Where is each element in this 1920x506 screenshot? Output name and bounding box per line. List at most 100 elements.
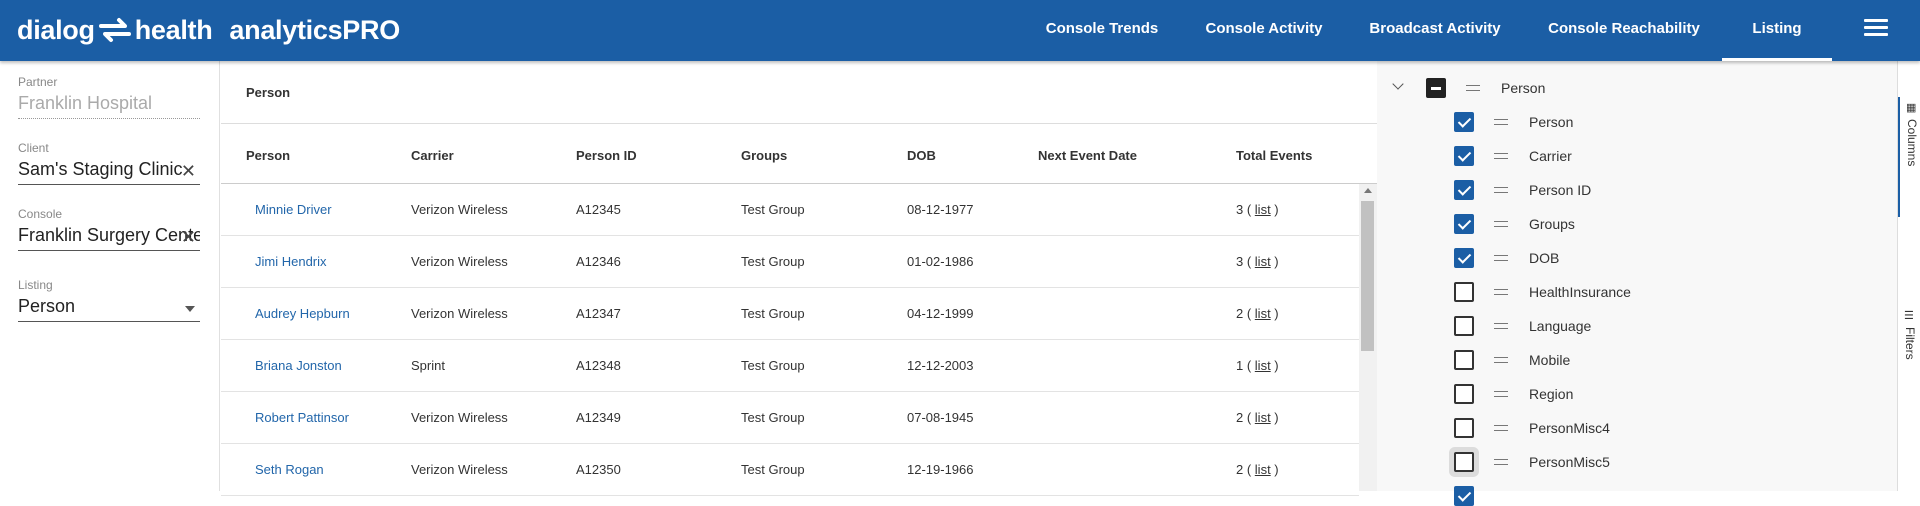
column-label: PersonMisc5 [1529, 454, 1610, 470]
clear-console-icon[interactable]: ✕ [181, 227, 196, 248]
console-select[interactable]: Franklin Surgery Center ✕ [18, 225, 200, 251]
nav-broadcast-activity[interactable]: Broadcast Activity [1354, 0, 1516, 61]
exchange-arrows-icon [98, 18, 131, 42]
column-checkbox[interactable] [1454, 248, 1474, 268]
drag-handle-icon[interactable] [1494, 153, 1508, 159]
carrier-cell: Sprint [411, 358, 445, 373]
column-label: Region [1529, 386, 1574, 402]
events-list-link[interactable]: list [1255, 358, 1271, 373]
client-select[interactable]: Sam's Staging Clinic ✕ [18, 159, 200, 185]
drag-handle-icon[interactable] [1494, 357, 1508, 363]
column-group-label: Person [1501, 80, 1546, 96]
column-checkbox[interactable] [1454, 214, 1474, 234]
carrier-cell: Verizon Wireless [411, 306, 508, 321]
column-checkbox[interactable] [1454, 350, 1474, 370]
drag-handle-icon[interactable] [1494, 425, 1508, 431]
filter-sidebar: Partner Franklin Hospital Client Sam's S… [0, 61, 220, 491]
column-checkbox[interactable] [1454, 112, 1474, 132]
person-link[interactable]: Audrey Hepburn [255, 306, 350, 321]
total-events-cell: 2 ( list ) [1236, 410, 1279, 425]
person-id-cell: A12349 [576, 410, 621, 425]
listing-field[interactable]: Listing Person [18, 278, 200, 322]
column-checkbox[interactable] [1454, 282, 1474, 302]
drag-handle-icon[interactable] [1494, 391, 1508, 397]
person-link[interactable]: Robert Pattinsor [255, 410, 349, 425]
drag-handle-icon[interactable] [1494, 119, 1508, 125]
events-list-link[interactable]: list [1255, 306, 1271, 321]
scroll-up-arrow-icon[interactable] [1364, 188, 1372, 193]
column-header-dob[interactable]: DOB [907, 148, 936, 163]
column-toggle-row: Person [1377, 105, 1877, 139]
column-header-person[interactable]: Person [246, 148, 290, 163]
column-label: Language [1529, 318, 1592, 334]
person-link[interactable]: Seth Rogan [255, 462, 324, 477]
column-checkbox[interactable] [1454, 180, 1474, 200]
column-checkbox[interactable] [1454, 486, 1474, 506]
app-logo[interactable]: dialog health analyticsPRO [17, 10, 400, 50]
group-select-all-checkbox[interactable] [1426, 78, 1446, 98]
nav-console-activity[interactable]: Console Activity [1194, 0, 1334, 61]
table-row: Robert Pattinsor Verizon Wireless A12349… [221, 392, 1359, 444]
column-toggle-row: Person ID [1377, 173, 1877, 207]
column-header-person-id[interactable]: Person ID [576, 148, 637, 163]
person-id-cell: A12347 [576, 306, 621, 321]
columns-tool-panel: Person Person Carrier Person ID Groups D… [1377, 61, 1897, 506]
nav-console-trends[interactable]: Console Trends [1030, 0, 1174, 61]
groups-cell: Test Group [741, 306, 805, 321]
table-row: Jimi Hendrix Verizon Wireless A12346 Tes… [221, 236, 1359, 288]
person-link[interactable]: Jimi Hendrix [255, 254, 327, 269]
column-checkbox[interactable] [1454, 384, 1474, 404]
events-list-link[interactable]: list [1255, 410, 1271, 425]
console-field[interactable]: Console Franklin Surgery Center ✕ [18, 207, 200, 251]
tab-filters[interactable]: ☰ Filters [1898, 305, 1920, 415]
grid-group-title: Person [246, 85, 291, 100]
client-field[interactable]: Client Sam's Staging Clinic ✕ [18, 141, 200, 185]
dropdown-caret-icon[interactable] [185, 306, 195, 312]
column-label: PersonMisc4 [1529, 420, 1610, 436]
column-toggle-row: Region [1377, 377, 1877, 411]
chevron-down-icon[interactable] [1392, 78, 1404, 90]
column-header-groups[interactable]: Groups [741, 148, 787, 163]
nav-console-reachability[interactable]: Console Reachability [1536, 0, 1712, 61]
person-link[interactable]: Minnie Driver [255, 202, 332, 217]
events-list-link[interactable]: list [1255, 202, 1271, 217]
drag-handle-icon[interactable] [1494, 323, 1508, 329]
dob-cell: 08-12-1977 [907, 202, 974, 217]
total-events-count: 1 [1236, 358, 1244, 373]
events-list-link[interactable]: list [1255, 462, 1271, 477]
carrier-cell: Verizon Wireless [411, 462, 508, 477]
column-label: DOB [1529, 250, 1560, 266]
clear-client-icon[interactable]: ✕ [181, 161, 196, 182]
column-checkbox[interactable] [1454, 418, 1474, 438]
column-checkbox[interactable] [1454, 146, 1474, 166]
hamburger-menu-icon[interactable] [1864, 19, 1888, 39]
drag-handle-icon[interactable] [1494, 459, 1508, 465]
column-checkbox[interactable] [1454, 452, 1474, 472]
column-toggle-row: HealthInsurance [1377, 275, 1877, 309]
tab-columns[interactable]: ▦ Columns [1898, 97, 1920, 217]
data-grid: Person Person Carrier Person ID Groups D… [221, 61, 1377, 496]
carrier-cell: Verizon Wireless [411, 202, 508, 217]
column-header-total-events[interactable]: Total Events [1236, 148, 1312, 163]
scrollbar-thumb[interactable] [1361, 201, 1374, 351]
drag-handle-icon[interactable] [1494, 221, 1508, 227]
listing-select[interactable]: Person [18, 296, 200, 322]
total-events-count: 2 [1236, 306, 1244, 321]
drag-handle-icon[interactable] [1494, 187, 1508, 193]
drag-handle-icon[interactable] [1494, 289, 1508, 295]
column-header-next-event-date[interactable]: Next Event Date [1038, 148, 1137, 163]
column-header-carrier[interactable]: Carrier [411, 148, 454, 163]
groups-cell: Test Group [741, 202, 805, 217]
grid-vertical-scrollbar[interactable] [1359, 184, 1377, 491]
nav-listing[interactable]: Listing [1722, 0, 1832, 61]
drag-handle-icon[interactable] [1494, 255, 1508, 261]
events-list-link[interactable]: list [1255, 254, 1271, 269]
drag-handle-icon[interactable] [1466, 85, 1480, 91]
dob-cell: 04-12-1999 [907, 306, 974, 321]
total-events-cell: 3 ( list ) [1236, 202, 1279, 217]
column-toggle-row: Language [1377, 309, 1877, 343]
table-row: Audrey Hepburn Verizon Wireless A12347 T… [221, 288, 1359, 340]
column-checkbox[interactable] [1454, 316, 1474, 336]
groups-cell: Test Group [741, 358, 805, 373]
person-link[interactable]: Briana Jonston [255, 358, 342, 373]
